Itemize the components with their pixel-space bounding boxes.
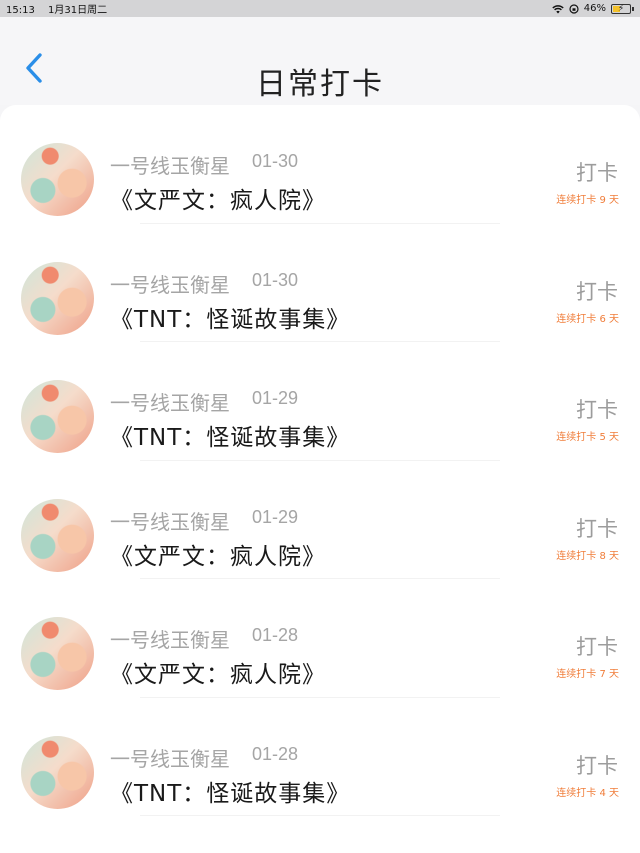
book-title: 《TNT：怪诞故事集》 bbox=[110, 425, 351, 451]
navigation-bar: 日常打卡 bbox=[0, 17, 640, 105]
author-name: 一号线玉衡星 bbox=[110, 272, 230, 297]
avatar[interactable] bbox=[21, 380, 94, 453]
author-name: 一号线玉衡星 bbox=[110, 628, 230, 652]
list-item[interactable]: 一号线玉衡星 01-30 《文严文：疯人院》 打卡 连续打卡 9 天 bbox=[0, 105, 640, 224]
avatar[interactable] bbox=[21, 498, 94, 572]
battery-cap bbox=[632, 6, 634, 11]
list-item[interactable]: 一号线玉衡星 01-29 《文严文：疯人院》 打卡 连续打卡 8 天 bbox=[0, 461, 640, 580]
book-title: 《文严文：疯人院》 bbox=[110, 543, 326, 570]
lock-rotation-icon bbox=[569, 3, 579, 14]
status-bar: 15:13 1月31日周二 46% ⚡ bbox=[0, 0, 640, 17]
checkin-label: 打卡 bbox=[576, 516, 618, 541]
entry-date: 01-29 bbox=[252, 388, 299, 408]
streak-label: 连续打卡 5 天 bbox=[556, 432, 619, 443]
streak-label: 连续打卡 7 天 bbox=[556, 669, 619, 680]
list-item[interactable]: 一号线玉衡星 01-28 《TNT：怪诞故事集》 打卡 连续打卡 4 天 bbox=[0, 698, 640, 817]
entry-date: 01-29 bbox=[252, 506, 299, 527]
author-name: 一号线玉衡星 bbox=[110, 154, 230, 178]
avatar[interactable] bbox=[21, 143, 94, 216]
page-title: 日常打卡 bbox=[256, 67, 384, 102]
entry-date: 01-28 bbox=[252, 743, 299, 764]
streak-label: 连续打卡 6 天 bbox=[556, 313, 619, 325]
checkin-label: 打卡 bbox=[576, 279, 618, 304]
status-time: 15:13 bbox=[6, 5, 35, 16]
list-item[interactable]: 一号线玉衡星 01-29 《TNT：怪诞故事集》 打卡 连续打卡 5 天 bbox=[0, 342, 640, 461]
book-title: 《TNT：怪诞故事集》 bbox=[110, 306, 351, 333]
battery-icon: ⚡ bbox=[611, 3, 631, 14]
streak-label: 连续打卡 4 天 bbox=[556, 787, 619, 799]
checkin-list: 一号线玉衡星 01-30 《文严文：疯人院》 打卡 连续打卡 9 天 一号线玉衡… bbox=[0, 105, 640, 853]
avatar[interactable] bbox=[21, 261, 94, 335]
streak-label: 连续打卡 8 天 bbox=[556, 550, 619, 562]
streak-label: 连续打卡 9 天 bbox=[556, 195, 619, 206]
checkin-label: 打卡 bbox=[576, 753, 618, 778]
status-right: 46% ⚡ bbox=[552, 3, 634, 14]
list-item[interactable]: 一号线玉衡星 01-28 《文严文：疯人院》 打卡 连续打卡 7 天 bbox=[0, 579, 640, 698]
avatar[interactable] bbox=[21, 735, 94, 809]
book-title: 《文严文：疯人院》 bbox=[110, 662, 326, 688]
charging-bolt-icon: ⚡ bbox=[617, 3, 625, 14]
status-date: 1月31日周二 bbox=[48, 5, 108, 16]
wifi-icon bbox=[552, 4, 564, 13]
author-name: 一号线玉衡星 bbox=[110, 391, 230, 415]
book-title: 《TNT：怪诞故事集》 bbox=[110, 780, 351, 807]
checkin-label: 打卡 bbox=[576, 635, 618, 659]
entry-date: 01-28 bbox=[252, 625, 299, 645]
entry-date: 01-30 bbox=[252, 269, 299, 290]
battery-percent: 46% bbox=[583, 3, 606, 14]
author-name: 一号线玉衡星 bbox=[110, 509, 230, 534]
author-name: 一号线玉衡星 bbox=[110, 746, 230, 771]
status-left: 15:13 1月31日周二 bbox=[6, 1, 117, 16]
checkin-label: 打卡 bbox=[576, 398, 618, 422]
avatar[interactable] bbox=[21, 617, 94, 690]
book-title: 《文严文：疯人院》 bbox=[110, 188, 326, 214]
entry-date: 01-30 bbox=[252, 151, 299, 171]
checkin-label: 打卡 bbox=[576, 161, 618, 185]
list-item[interactable]: 一号线玉衡星 01-30 《TNT：怪诞故事集》 打卡 连续打卡 6 天 bbox=[0, 224, 640, 343]
